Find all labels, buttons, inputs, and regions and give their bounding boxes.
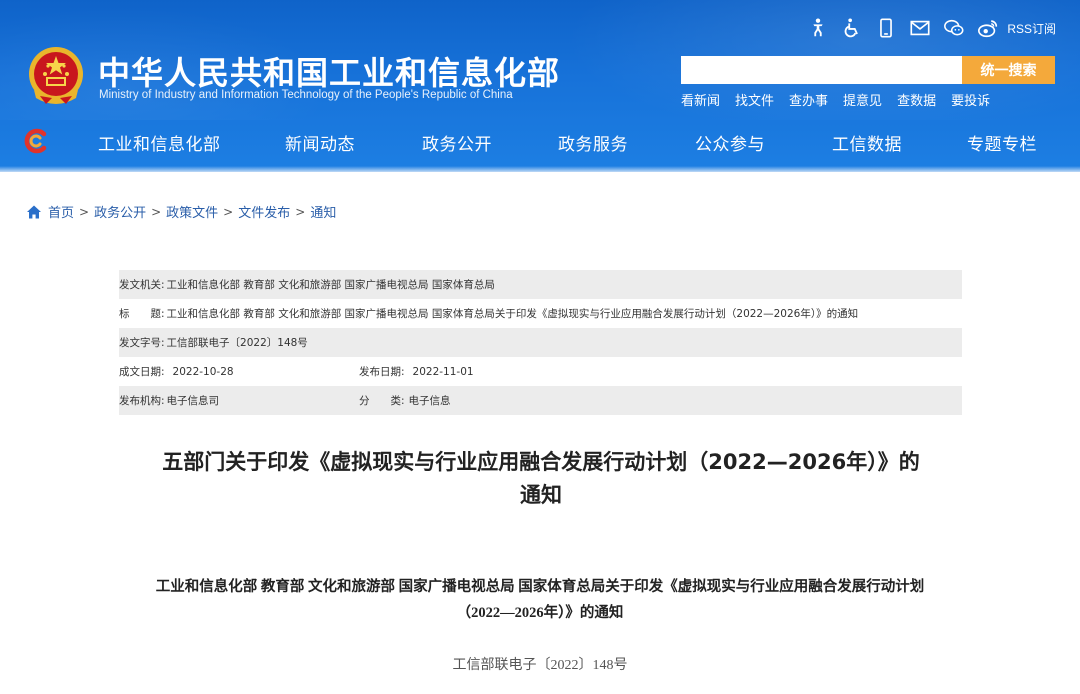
accessibility-figure-icon[interactable] xyxy=(801,14,835,42)
meta-key-issuer: 发文机关: xyxy=(119,279,165,291)
breadcrumb-separator: > xyxy=(79,204,90,219)
meta-row-dates: 成文日期: 2022-10-28 发布日期: 2022-11-01 xyxy=(119,357,962,386)
quick-link-news[interactable]: 看新闻 xyxy=(681,90,720,109)
quick-links: 看新闻 找文件 查办事 提意见 查数据 要投诉 xyxy=(681,90,1005,109)
document-meta-table: 发文机关: 工业和信息化部 教育部 文化和旅游部 国家广播电视总局 国家体育总局… xyxy=(119,270,962,415)
meta-val-issuer: 工业和信息化部 教育部 文化和旅游部 国家广播电视总局 国家体育总局 xyxy=(166,279,495,291)
site-title[interactable]: 中华人民共和国工业和信息化部 xyxy=(98,48,560,94)
body-heading-line: （2022—2026年）》的通知 xyxy=(456,605,624,621)
body-heading: 工业和信息化部 教育部 文化和旅游部 国家广播电视总局 国家体育总局关于印发《虚… xyxy=(110,574,970,626)
breadcrumb-gov-affairs[interactable]: 政务公开 xyxy=(94,202,146,221)
meta-val-published: 2022-11-01 xyxy=(412,365,474,378)
meta-val-created: 2022-10-28 xyxy=(172,365,234,378)
meta-val-category: 电子信息 xyxy=(408,395,451,407)
site-header: 中华人民共和国工业和信息化部 Ministry of Industry and … xyxy=(0,0,1080,172)
article-title-line: 五部门关于印发《虚拟现实与行业应用融合发展行动计划（2022—2026年）》的 xyxy=(162,450,920,474)
quick-link-feedback[interactable]: 提意见 xyxy=(843,90,882,109)
quick-link-services[interactable]: 查办事 xyxy=(789,90,828,109)
article-title-line: 通知 xyxy=(520,483,562,507)
breadcrumb-home[interactable]: 首页 xyxy=(48,202,74,221)
document-number: 工信部联电子〔2022〕148号 xyxy=(452,658,628,673)
breadcrumb-notice[interactable]: 通知 xyxy=(310,202,336,221)
mail-icon[interactable] xyxy=(903,14,937,42)
wheelchair-icon[interactable] xyxy=(835,14,869,42)
meta-row-title: 标 题: 工业和信息化部 教育部 文化和旅游部 国家广播电视总局 国家体育总局关… xyxy=(119,299,962,328)
breadcrumb-separator: > xyxy=(151,204,162,219)
utility-bar: RSS订阅 xyxy=(801,14,1056,42)
meta-key-title: 标 题: xyxy=(119,308,165,320)
national-emblem-icon[interactable] xyxy=(26,44,86,108)
meta-key-docno: 发文字号: xyxy=(119,337,165,349)
quick-link-complaint[interactable]: 要投诉 xyxy=(951,90,990,109)
nav-item-gov-services[interactable]: 政务服务 xyxy=(558,130,628,155)
meta-key-created: 成文日期: xyxy=(119,366,165,378)
breadcrumb-doc-release[interactable]: 文件发布 xyxy=(238,202,290,221)
meta-cell-created: 成文日期: 2022-10-28 xyxy=(119,364,359,379)
site-subtitle: Ministry of Industry and Information Tec… xyxy=(99,89,513,101)
breadcrumb-policy-docs[interactable]: 政策文件 xyxy=(166,202,218,221)
nav-item-topics[interactable]: 专题专栏 xyxy=(967,130,1037,155)
quick-link-files[interactable]: 找文件 xyxy=(735,90,774,109)
search-button[interactable]: 统一搜索 xyxy=(962,56,1055,84)
nav-item-data[interactable]: 工信数据 xyxy=(832,130,902,155)
meta-val-agency: 电子信息司 xyxy=(166,395,220,407)
wechat-icon[interactable] xyxy=(937,14,971,42)
meta-val-title: 工业和信息化部 教育部 文化和旅游部 国家广播电视总局 国家体育总局关于印发《虚… xyxy=(166,308,859,320)
body-heading-line: 工业和信息化部 教育部 文化和旅游部 国家广播电视总局 国家体育总局关于印发《虚… xyxy=(155,579,925,595)
meta-row-agency: 发布机构: 电子信息司 分 类: 电子信息 xyxy=(119,386,962,415)
meta-key-category: 分 类: xyxy=(359,395,405,407)
meta-cell-agency: 发布机构: 电子信息司 xyxy=(119,393,359,408)
article-title: 五部门关于印发《虚拟现实与行业应用融合发展行动计划（2022—2026年）》的 … xyxy=(120,446,962,512)
weibo-icon[interactable] xyxy=(971,14,1005,42)
meta-val-docno: 工信部联电子〔2022〕148号 xyxy=(166,337,308,349)
quick-link-data[interactable]: 查数据 xyxy=(897,90,936,109)
meta-key-agency: 发布机构: xyxy=(119,395,165,407)
mobile-phone-icon[interactable] xyxy=(869,14,903,42)
meta-key-published: 发布日期: xyxy=(359,366,405,378)
meta-row-docno: 发文字号: 工信部联电子〔2022〕148号 xyxy=(119,328,962,357)
ministry-logo-icon[interactable] xyxy=(22,128,50,154)
nav-item-ministry[interactable]: 工业和信息化部 xyxy=(98,130,221,155)
meta-row-issuer: 发文机关: 工业和信息化部 教育部 文化和旅游部 国家广播电视总局 国家体育总局 xyxy=(119,270,962,299)
rss-link[interactable]: RSS订阅 xyxy=(1007,20,1056,37)
nav-item-news[interactable]: 新闻动态 xyxy=(285,130,355,155)
nav-item-public-participation[interactable]: 公众参与 xyxy=(695,130,765,155)
breadcrumb-separator: > xyxy=(223,204,234,219)
home-icon[interactable] xyxy=(26,204,42,220)
breadcrumb-separator: > xyxy=(295,204,306,219)
meta-cell-category: 分 类: 电子信息 xyxy=(359,393,451,408)
main-nav: 工业和信息化部 新闻动态 政务公开 政务服务 公众参与 工信数据 专题专栏 xyxy=(60,122,1080,162)
breadcrumb: 首页 > 政务公开 > 政策文件 > 文件发布 > 通知 xyxy=(26,202,336,221)
meta-cell-published: 发布日期: 2022-11-01 xyxy=(359,364,474,379)
search-input[interactable] xyxy=(681,56,962,84)
nav-item-gov-affairs[interactable]: 政务公开 xyxy=(422,130,492,155)
